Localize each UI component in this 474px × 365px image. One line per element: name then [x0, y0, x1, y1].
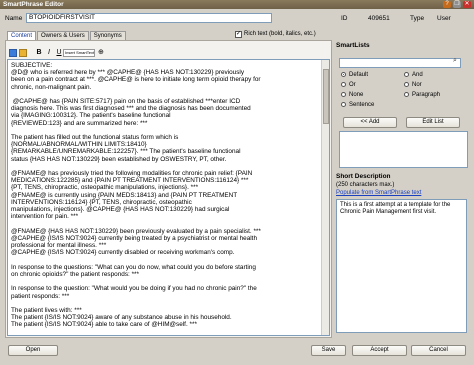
- type-label: Type: [410, 15, 425, 22]
- editor-scrollbar[interactable]: [321, 60, 329, 335]
- option-and[interactable]: And: [404, 72, 423, 79]
- editor-text[interactable]: SUBJECTIVE: @D@ who is referred here by …: [11, 62, 319, 329]
- bold-button[interactable]: B: [35, 49, 43, 57]
- save-button[interactable]: Save: [311, 345, 346, 356]
- radio-icon[interactable]: [341, 92, 346, 97]
- help-button[interactable]: ?: [443, 1, 451, 8]
- underline-button[interactable]: U: [55, 49, 63, 57]
- radio-icon[interactable]: [341, 82, 346, 87]
- short-description-field[interactable]: This is a first attempt at a template fo…: [336, 199, 467, 333]
- option-sentence[interactable]: Sentence: [341, 102, 374, 109]
- rich-text-label: Rich text (bold, italics, etc.): [244, 31, 316, 37]
- tab-owners-users[interactable]: Owners & Users: [37, 31, 89, 40]
- tab-synonyms[interactable]: Synonyms: [89, 31, 126, 40]
- link-icon[interactable]: ⊕: [98, 49, 106, 57]
- smartlist-icon[interactable]: [19, 49, 27, 57]
- radio-icon[interactable]: [404, 82, 409, 87]
- scrollbar-thumb[interactable]: [323, 69, 329, 124]
- close-button[interactable]: ✕: [463, 1, 471, 8]
- option-nor[interactable]: Nor: [404, 82, 422, 89]
- id-value: 409651: [368, 15, 390, 22]
- window-title: SmartPhrase Editor: [3, 1, 64, 8]
- smartphrase-editor[interactable]: SUBJECTIVE: @D@ who is referred here by …: [7, 59, 330, 336]
- id-label: ID: [341, 15, 348, 22]
- rich-text-checkbox[interactable]: ✓: [235, 31, 242, 38]
- option-paragraph[interactable]: Paragraph: [404, 92, 440, 99]
- radio-icon[interactable]: [404, 72, 409, 77]
- smartlists-title: SmartLists: [336, 42, 370, 49]
- cancel-button[interactable]: Cancel: [411, 345, 466, 356]
- radio-icon[interactable]: [341, 102, 346, 107]
- short-description-title: Short Description: [336, 173, 391, 180]
- italic-button[interactable]: I: [45, 49, 53, 57]
- option-or[interactable]: Or: [341, 82, 356, 89]
- option-none[interactable]: None: [341, 92, 363, 99]
- restore-button[interactable]: ❐: [453, 1, 461, 8]
- radio-icon[interactable]: [404, 92, 409, 97]
- short-description-subtitle: (250 characters max.): [336, 182, 395, 188]
- open-button[interactable]: Open: [8, 345, 58, 356]
- name-field[interactable]: BTOPIOIDFIRSTVISIT: [26, 13, 272, 23]
- radio-icon[interactable]: [341, 72, 346, 77]
- smartlist-search-input[interactable]: [339, 58, 461, 68]
- edit-list-button[interactable]: Edit List: [406, 117, 460, 128]
- populate-link[interactable]: Populate from SmartPhrase text: [336, 190, 421, 196]
- accept-button[interactable]: Accept: [352, 345, 407, 356]
- search-icon[interactable]: ⌕: [453, 57, 457, 65]
- type-value: User: [437, 15, 451, 22]
- smartlink-icon[interactable]: [9, 49, 17, 57]
- smartlist-results[interactable]: [339, 131, 468, 168]
- tab-strip: Content Owners & Users Synonyms: [7, 31, 127, 41]
- window-title-bar: SmartPhrase Editor: [0, 0, 474, 9]
- add-button[interactable]: << Add: [343, 117, 397, 128]
- option-default[interactable]: Default: [341, 72, 368, 79]
- name-label: Name: [5, 15, 23, 22]
- insert-smarttext-button[interactable]: Insert SmartText: [63, 49, 95, 57]
